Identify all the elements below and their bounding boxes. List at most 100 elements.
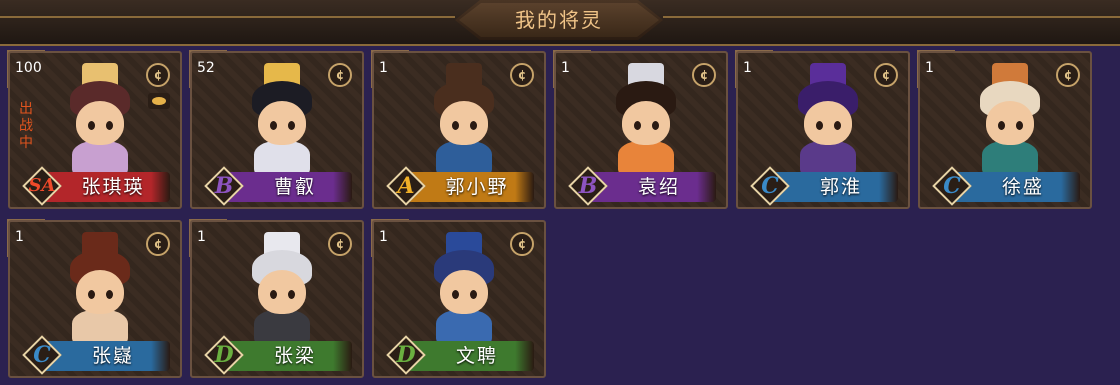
character-portrait	[598, 61, 694, 175]
page-title: 我的将灵	[515, 8, 603, 32]
character-eye	[270, 121, 277, 130]
character-portrait	[780, 61, 876, 175]
character-eye	[106, 121, 113, 130]
general-name: 张梁	[273, 345, 316, 367]
character-eye	[470, 290, 477, 299]
character-body	[72, 141, 128, 175]
character-face	[258, 270, 306, 314]
character-face	[622, 101, 670, 145]
general-card[interactable]: 1 ¢ 张嶷 C	[7, 219, 182, 378]
character-portrait	[962, 61, 1058, 175]
character-face	[440, 101, 488, 145]
coin-icon[interactable]: ¢	[510, 232, 534, 256]
general-card[interactable]: 1 ¢ 郭淮 C	[735, 50, 910, 209]
grade-badge: D	[386, 335, 426, 375]
character-eye	[652, 121, 659, 130]
grade-badge: B	[204, 166, 244, 206]
character-body	[618, 141, 674, 175]
grade-letter: B	[578, 173, 598, 199]
coin-icon[interactable]: ¢	[146, 63, 170, 87]
character-eye	[288, 290, 295, 299]
general-card[interactable]: 1 ¢ 郭小野 A	[371, 50, 546, 209]
character-portrait	[234, 230, 330, 344]
character-face	[76, 101, 124, 145]
coin-icon[interactable]: ¢	[874, 63, 898, 87]
in-battle-label: 出战中	[19, 101, 33, 151]
level-badge: 1	[371, 50, 413, 88]
grade-letter: C	[33, 342, 51, 368]
character-eye	[816, 121, 823, 130]
coin-icon[interactable]: ¢	[692, 63, 716, 87]
character-portrait	[234, 61, 330, 175]
character-body	[982, 141, 1038, 175]
level-badge: 52	[189, 50, 231, 88]
character-face	[76, 270, 124, 314]
character-eye	[634, 121, 641, 130]
general-name: 张嶷	[91, 345, 134, 367]
character-face	[986, 101, 1034, 145]
character-eye	[452, 290, 459, 299]
general-card[interactable]: 1 ¢ 文聘 D	[371, 219, 546, 378]
coin-icon[interactable]: ¢	[510, 63, 534, 87]
level-badge: 1	[735, 50, 777, 88]
general-card[interactable]: 52 ¢ 曹叡 B	[189, 50, 364, 209]
character-eye	[1016, 121, 1023, 130]
coin-icon[interactable]: ¢	[146, 232, 170, 256]
banner-line-right	[663, 16, 1120, 18]
general-name: 郭淮	[819, 176, 862, 198]
character-body	[72, 310, 128, 344]
general-name: 徐盛	[1001, 176, 1044, 198]
grade-letter: A	[397, 173, 415, 199]
banner-line-left	[0, 16, 455, 18]
general-name: 张琪瑛	[81, 176, 145, 198]
character-face	[804, 101, 852, 145]
grade-badge: B	[568, 166, 608, 206]
character-eye	[834, 121, 841, 130]
grade-badge: A	[386, 166, 426, 206]
character-body	[254, 141, 310, 175]
coin-icon[interactable]: ¢	[328, 232, 352, 256]
general-name: 郭小野	[445, 176, 509, 198]
level-badge: 1	[371, 219, 413, 257]
grade-letter: D	[396, 342, 416, 368]
grade-letter: B	[214, 173, 234, 199]
grade-letter: C	[761, 173, 779, 199]
character-eye	[88, 121, 95, 130]
character-body	[436, 141, 492, 175]
character-body	[436, 310, 492, 344]
gift-icon[interactable]	[148, 93, 170, 109]
character-eye	[88, 290, 95, 299]
character-eye	[270, 290, 277, 299]
level-badge: 1	[553, 50, 595, 88]
character-body	[800, 141, 856, 175]
grade-badge: C	[22, 335, 62, 375]
general-card[interactable]: 100 ¢ 出战中张琪瑛 SA	[7, 50, 182, 209]
grade-badge: C	[932, 166, 972, 206]
level-badge: 1	[7, 219, 49, 257]
grade-badge: D	[204, 335, 244, 375]
character-face	[258, 101, 306, 145]
grade-letter: D	[214, 342, 234, 368]
character-portrait	[52, 230, 148, 344]
character-portrait	[416, 61, 512, 175]
character-eye	[452, 121, 459, 130]
coin-icon[interactable]: ¢	[1056, 63, 1080, 87]
level-badge: 1	[189, 219, 231, 257]
general-card[interactable]: 1 ¢ 张梁 D	[189, 219, 364, 378]
general-name: 文聘	[455, 345, 498, 367]
character-eye	[288, 121, 295, 130]
character-portrait	[416, 230, 512, 344]
level-badge: 100	[7, 50, 49, 88]
character-eye	[470, 121, 477, 130]
character-eye	[106, 290, 113, 299]
grade-letter: C	[943, 173, 961, 199]
general-card[interactable]: 1 ¢ 袁绍 B	[553, 50, 728, 209]
character-body	[254, 310, 310, 344]
grade-letter: SA	[28, 175, 56, 196]
grade-badge: SA	[22, 166, 62, 206]
general-card[interactable]: 1 ¢ 徐盛 C	[917, 50, 1092, 209]
coin-icon[interactable]: ¢	[328, 63, 352, 87]
grade-badge: C	[750, 166, 790, 206]
level-badge: 1	[917, 50, 959, 88]
general-name: 袁绍	[637, 176, 680, 198]
